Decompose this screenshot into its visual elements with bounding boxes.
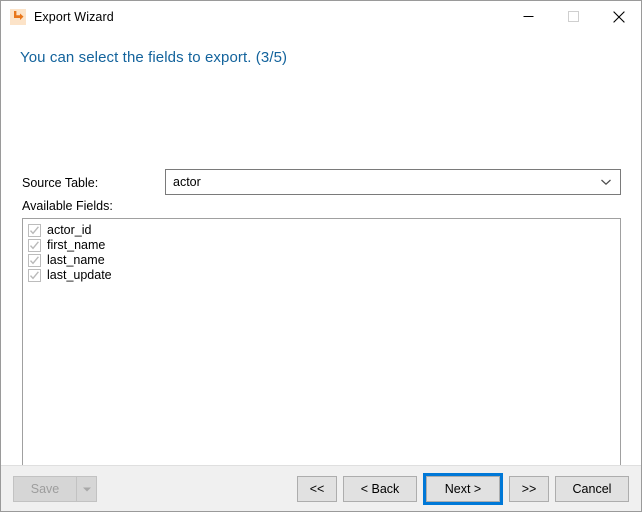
export-wizard-window: Export Wizard You can select the fields … xyxy=(0,0,642,512)
field-label: last_update xyxy=(47,268,112,282)
field-label: last_name xyxy=(47,253,105,267)
body-area: Source Table: actor Available Fields: ac… xyxy=(1,82,641,511)
export-wizard-icon xyxy=(10,8,26,25)
source-table-value: actor xyxy=(173,175,201,189)
last-page-button[interactable]: >> xyxy=(509,476,549,502)
source-table-label: Source Table: xyxy=(22,176,99,190)
available-fields-label: Available Fields: xyxy=(22,199,113,213)
field-checkbox[interactable] xyxy=(28,254,41,267)
title-bar: Export Wizard xyxy=(1,1,641,32)
close-button[interactable] xyxy=(596,1,641,32)
footer-bar: Save << < Back Next > >> Cancel xyxy=(1,465,641,511)
field-checkbox[interactable] xyxy=(28,269,41,282)
checkmark-icon xyxy=(29,256,39,265)
checkmark-icon xyxy=(29,271,39,280)
field-label: actor_id xyxy=(47,223,92,237)
field-label: first_name xyxy=(47,238,106,252)
close-icon xyxy=(612,10,625,23)
list-item[interactable]: last_update xyxy=(28,268,620,283)
list-item[interactable]: actor_id xyxy=(28,223,620,238)
next-button-focus-ring: Next > xyxy=(423,473,503,505)
checkmark-icon xyxy=(29,226,39,235)
save-split-button[interactable]: Save xyxy=(13,476,97,502)
available-fields-listbox[interactable]: actor_id first_name last_name last_updat… xyxy=(22,218,621,496)
wizard-nav-buttons: << < Back Next > >> Cancel xyxy=(291,473,629,505)
list-item[interactable]: last_name xyxy=(28,253,620,268)
field-checkbox[interactable] xyxy=(28,224,41,237)
chevron-down-icon[interactable] xyxy=(592,170,620,194)
list-item[interactable]: first_name xyxy=(28,238,620,253)
window-title: Export Wizard xyxy=(34,9,114,24)
chevron-down-icon xyxy=(82,487,91,491)
cancel-button[interactable]: Cancel xyxy=(555,476,629,502)
back-button[interactable]: < Back xyxy=(343,476,417,502)
maximize-icon xyxy=(568,11,579,22)
save-button[interactable]: Save xyxy=(14,477,76,501)
maximize-button[interactable] xyxy=(551,1,596,32)
page-title: You can select the fields to export. (3/… xyxy=(20,48,288,66)
first-page-button[interactable]: << xyxy=(297,476,337,502)
minimize-icon xyxy=(523,16,534,17)
header-area: You can select the fields to export. (3/… xyxy=(1,32,641,82)
field-checkbox[interactable] xyxy=(28,239,41,252)
window-controls xyxy=(506,1,641,32)
checkmark-icon xyxy=(29,241,39,250)
save-dropdown-arrow[interactable] xyxy=(76,477,96,501)
source-table-combobox[interactable]: actor xyxy=(165,169,621,195)
minimize-button[interactable] xyxy=(506,1,551,32)
next-button[interactable]: Next > xyxy=(426,476,500,502)
